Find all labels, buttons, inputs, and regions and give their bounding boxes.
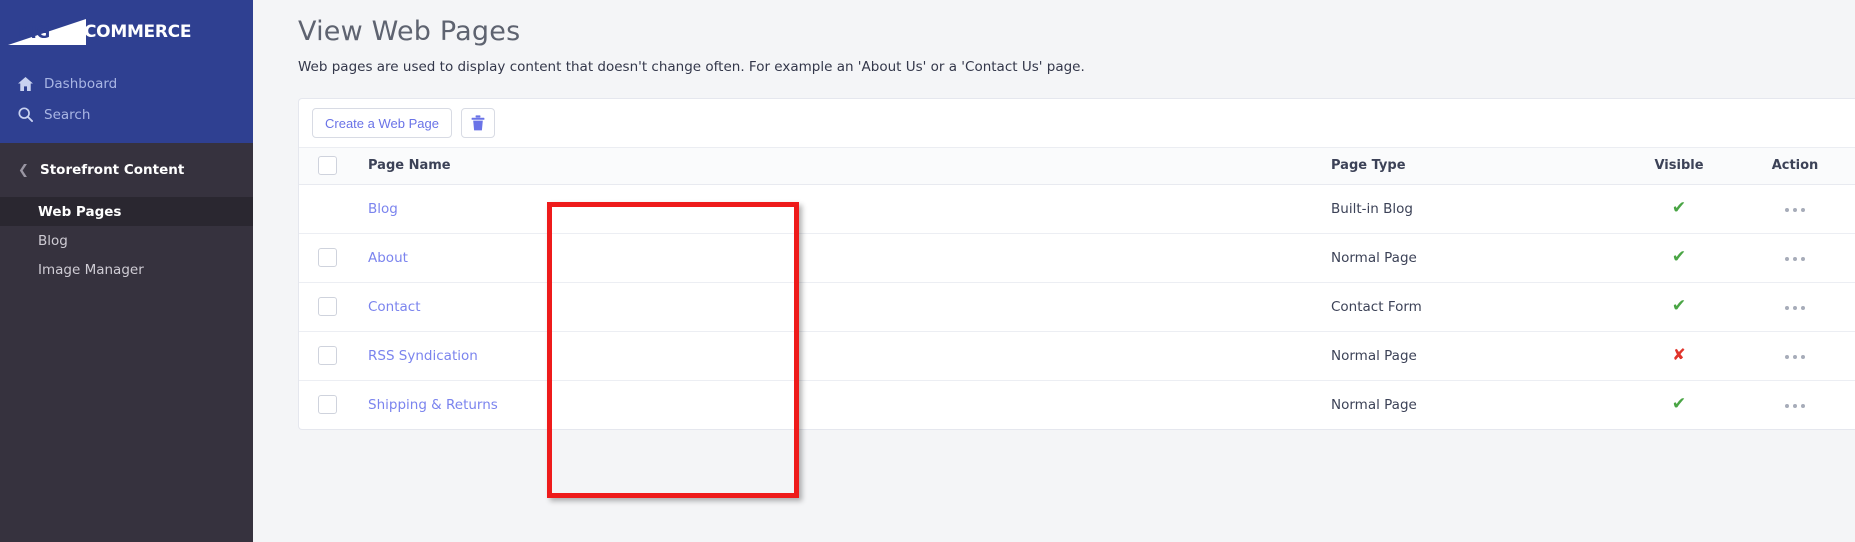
trash-icon: [471, 115, 485, 131]
page-title: View Web Pages: [298, 16, 521, 47]
page-name-link[interactable]: Contact: [368, 299, 421, 315]
page-name-link[interactable]: Blog: [368, 201, 398, 217]
sidebar-item-label: Image Manager: [38, 261, 144, 278]
visible-cell: ✔: [1623, 184, 1735, 234]
page-name-link[interactable]: Shipping & Returns: [368, 397, 498, 413]
select-all-checkbox[interactable]: [318, 156, 337, 176]
chevron-left-icon: ❮: [18, 162, 29, 178]
row-checkbox[interactable]: [318, 395, 337, 415]
ellipsis-icon[interactable]: [1782, 202, 1808, 218]
page-type-cell: Built-in Blog: [1323, 184, 1623, 234]
row-select-cell: [299, 331, 361, 381]
table-row: Contact Contact Form ✔: [299, 282, 1855, 332]
column-header-action: Action: [1735, 148, 1855, 185]
page-name-cell: Blog: [361, 184, 1323, 234]
check-icon: ✔: [1671, 296, 1687, 316]
sidebar-item-image-manager[interactable]: Image Manager: [0, 255, 253, 284]
create-web-page-button[interactable]: Create a Web Page: [312, 108, 452, 138]
column-header-page-type[interactable]: Page Type: [1323, 148, 1623, 185]
action-cell: [1735, 233, 1855, 283]
page-type-cell: Normal Page: [1323, 331, 1623, 381]
logo-big-text: BIG: [18, 23, 50, 43]
table-row: About Normal Page ✔: [299, 233, 1855, 283]
sidebar-item-label: Dashboard: [44, 75, 118, 92]
sidebar-item-search[interactable]: Search: [0, 99, 253, 130]
row-select-cell: [299, 380, 361, 429]
logo-triangle-icon: BIG: [8, 19, 86, 45]
select-all-header: [299, 148, 361, 185]
ellipsis-icon[interactable]: [1782, 398, 1808, 414]
cross-icon: ✘: [1672, 345, 1686, 364]
visible-cell: ✘: [1623, 331, 1735, 381]
web-pages-table: Page Name Page Type Visible Action Blog B…: [299, 148, 1855, 429]
action-cell: [1735, 331, 1855, 381]
check-icon: ✔: [1671, 394, 1687, 415]
table-body: Blog Built-in Blog ✔ About Normal Page ✔ Conta…: [299, 184, 1855, 429]
action-cell: [1735, 282, 1855, 332]
sidebar-item-web-pages[interactable]: Web Pages: [0, 197, 253, 226]
row-checkbox[interactable]: [318, 248, 337, 267]
logo-commerce-text: COMMERCE: [84, 22, 192, 42]
row-checkbox[interactable]: [318, 297, 337, 316]
page-name-link[interactable]: RSS Syndication: [368, 348, 478, 364]
visible-cell: ✔: [1623, 233, 1735, 283]
table-row: Blog Built-in Blog ✔: [299, 184, 1855, 234]
table-header: Page Name Page Type Visible Action: [299, 148, 1855, 185]
table-toolbar: Create a Web Page: [299, 99, 1855, 148]
sidebar-section-storefront-content[interactable]: ❮ Storefront Content: [0, 143, 253, 197]
sidebar-item-blog[interactable]: Blog: [0, 226, 253, 255]
web-pages-panel: Create a Web Page Page Name Page Type Vi…: [298, 98, 1855, 430]
check-icon: ✔: [1671, 198, 1687, 218]
page-subtitle: Web pages are used to display content th…: [298, 59, 1085, 75]
delete-button[interactable]: [460, 108, 495, 138]
page-name-cell: Contact: [361, 282, 1323, 332]
sidebar-item-label: Web Pages: [38, 203, 122, 220]
column-header-visible[interactable]: Visible: [1623, 148, 1735, 185]
page-name-cell: RSS Syndication: [361, 331, 1323, 381]
visible-cell: ✔: [1623, 282, 1735, 332]
sidebar-item-label: Search: [44, 106, 91, 123]
sidebar-item-dashboard[interactable]: Dashboard: [0, 68, 253, 99]
row-select-cell: [299, 184, 361, 234]
bigcommerce-logo[interactable]: BIG COMMERCE: [0, 10, 253, 54]
search-icon: [18, 107, 44, 122]
page-name-link[interactable]: About: [368, 250, 408, 266]
visible-cell: ✔: [1623, 380, 1735, 429]
page-name-cell: About: [361, 233, 1323, 283]
sidebar: BIG COMMERCE Dashboard Search ❮ Storefro…: [0, 0, 253, 542]
main-content: View Web Pages Web pages are used to dis…: [253, 0, 1855, 542]
ellipsis-icon[interactable]: [1782, 251, 1808, 267]
column-header-page-name[interactable]: Page Name: [361, 148, 1323, 185]
table-header-row: Page Name Page Type Visible Action: [299, 148, 1855, 185]
home-icon: [18, 76, 44, 91]
page-type-cell: Normal Page: [1331, 396, 1417, 413]
page-name-cell: Shipping & Returns: [361, 380, 1323, 429]
table-row: RSS Syndication Normal Page ✘: [299, 331, 1855, 381]
check-icon: ✔: [1671, 247, 1687, 267]
sidebar-item-label: Blog: [38, 232, 68, 249]
page-type-cell: Contact Form: [1323, 282, 1623, 332]
page-type-cell: Normal Page: [1323, 233, 1623, 283]
ellipsis-icon[interactable]: [1782, 349, 1808, 365]
action-cell: [1735, 184, 1855, 234]
row-select-cell: [299, 233, 361, 283]
ellipsis-icon[interactable]: [1782, 300, 1808, 316]
sidebar-top-section: BIG COMMERCE Dashboard Search: [0, 0, 253, 143]
row-checkbox[interactable]: [318, 346, 337, 365]
app-root: BIG COMMERCE Dashboard Search ❮ Storefro…: [0, 0, 1855, 542]
sidebar-section-label: Storefront Content: [40, 162, 185, 178]
table-row: Shipping & Returns Normal Page ✔: [299, 380, 1855, 429]
action-cell: [1735, 380, 1855, 429]
row-select-cell: [299, 282, 361, 332]
